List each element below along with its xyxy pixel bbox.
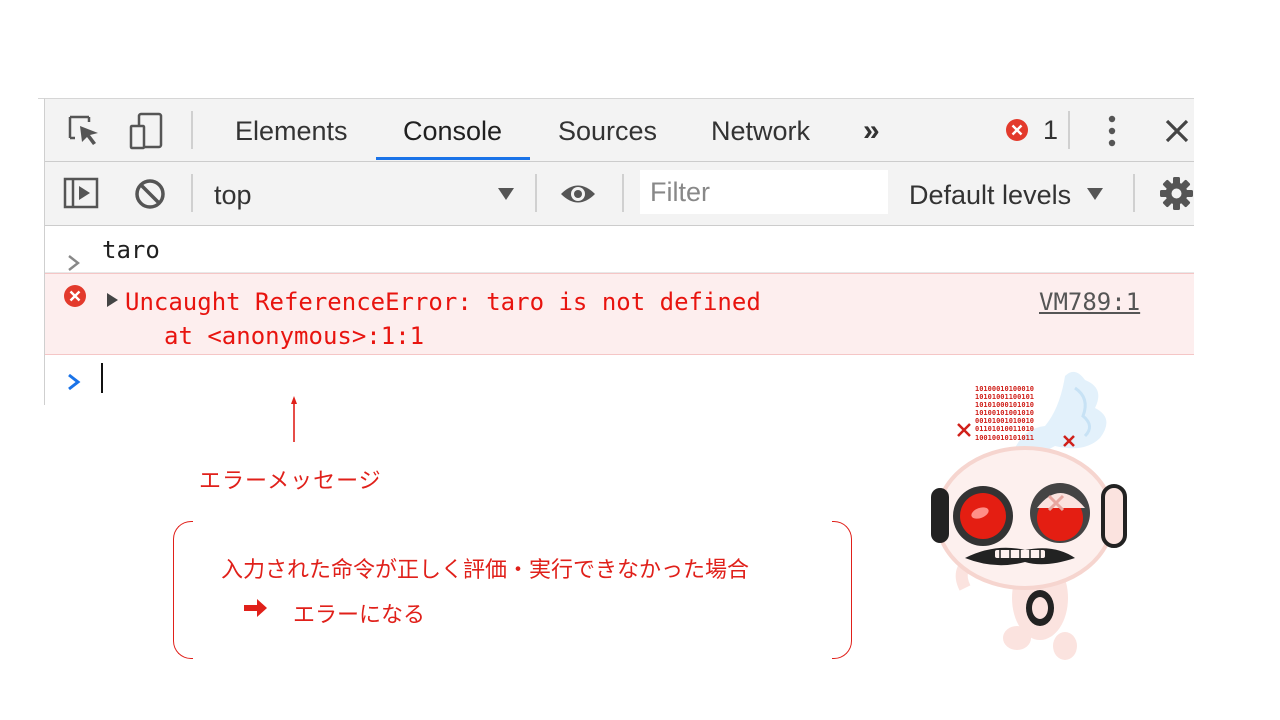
active-tab-indicator bbox=[376, 157, 530, 160]
close-icon[interactable] bbox=[1164, 118, 1190, 148]
error-icon bbox=[63, 284, 87, 312]
svg-text:10101001100101: 10101001100101 bbox=[975, 393, 1034, 401]
devtools-panel: Elements Console Sources Network » 1 top… bbox=[44, 98, 1194, 405]
error-source-link[interactable]: VM789:1 bbox=[1039, 285, 1140, 319]
tab-console[interactable]: Console bbox=[403, 99, 502, 161]
filter-input[interactable] bbox=[640, 170, 888, 214]
console-input-echo: taro bbox=[45, 226, 1194, 273]
error-count[interactable]: 1 bbox=[1043, 113, 1058, 147]
clear-console-icon[interactable] bbox=[133, 177, 167, 215]
right-arrow-icon bbox=[244, 598, 268, 622]
broken-robot-illustration: 10100010100010 10101001100101 1010100010… bbox=[925, 368, 1140, 672]
expand-triangle-icon[interactable] bbox=[106, 292, 119, 312]
input-command: taro bbox=[102, 236, 160, 264]
error-count-icon[interactable] bbox=[1005, 118, 1029, 146]
toolbar-separator bbox=[622, 174, 624, 212]
console-error-message: Uncaught ReferenceError: taro is not def… bbox=[45, 273, 1194, 355]
levels-dropdown-icon[interactable] bbox=[1086, 186, 1104, 205]
more-options-icon[interactable] bbox=[1106, 114, 1118, 152]
console-toolbar: top Default levels bbox=[45, 162, 1194, 226]
log-levels-dropdown[interactable]: Default levels bbox=[909, 162, 1071, 225]
svg-text:10101000101010: 10101000101010 bbox=[975, 401, 1034, 409]
sidebar-toggle-icon[interactable] bbox=[63, 177, 99, 213]
error-text: Uncaught ReferenceError: taro is not def… bbox=[125, 288, 761, 316]
more-tabs-button[interactable]: » bbox=[863, 99, 880, 161]
prompt-chevron-icon bbox=[67, 369, 81, 397]
svg-text:10010010101011: 10010010101011 bbox=[975, 434, 1034, 442]
toolbar-separator bbox=[191, 174, 193, 212]
bracket-right bbox=[832, 521, 852, 659]
tab-network[interactable]: Network bbox=[711, 99, 810, 161]
devtools-tab-bar: Elements Console Sources Network » 1 bbox=[45, 99, 1194, 162]
svg-text:00101001010010: 00101001010010 bbox=[975, 417, 1034, 425]
context-selector[interactable]: top bbox=[214, 162, 252, 225]
tabbar-separator bbox=[191, 111, 193, 149]
live-expression-eye-icon[interactable] bbox=[559, 181, 597, 211]
device-toolbar-icon[interactable] bbox=[129, 112, 165, 154]
toolbar-separator bbox=[1133, 174, 1135, 212]
svg-text:10100010100010: 10100010100010 bbox=[975, 385, 1034, 393]
tab-sources[interactable]: Sources bbox=[558, 99, 657, 161]
annotation-label: エラーメッセージ bbox=[199, 469, 382, 494]
context-dropdown-icon[interactable] bbox=[497, 186, 515, 205]
svg-text:10100101001010: 10100101001010 bbox=[975, 409, 1034, 417]
error-stack-trace: at <anonymous>:1:1 bbox=[164, 322, 425, 350]
arrow-up-icon bbox=[291, 396, 297, 446]
tabbar-separator bbox=[1068, 111, 1070, 149]
explanation-line-1: 入力された命令が正しく評価・実行できなかった場合 bbox=[221, 558, 750, 583]
tab-elements[interactable]: Elements bbox=[235, 99, 348, 161]
bracket-left bbox=[173, 521, 193, 659]
text-cursor bbox=[101, 363, 103, 393]
settings-gear-icon[interactable] bbox=[1159, 176, 1194, 215]
svg-text:01101010011010: 01101010011010 bbox=[975, 425, 1034, 433]
explanation-line-2: エラーになる bbox=[293, 603, 426, 628]
toolbar-separator bbox=[535, 174, 537, 212]
inspect-element-icon[interactable] bbox=[67, 114, 103, 152]
